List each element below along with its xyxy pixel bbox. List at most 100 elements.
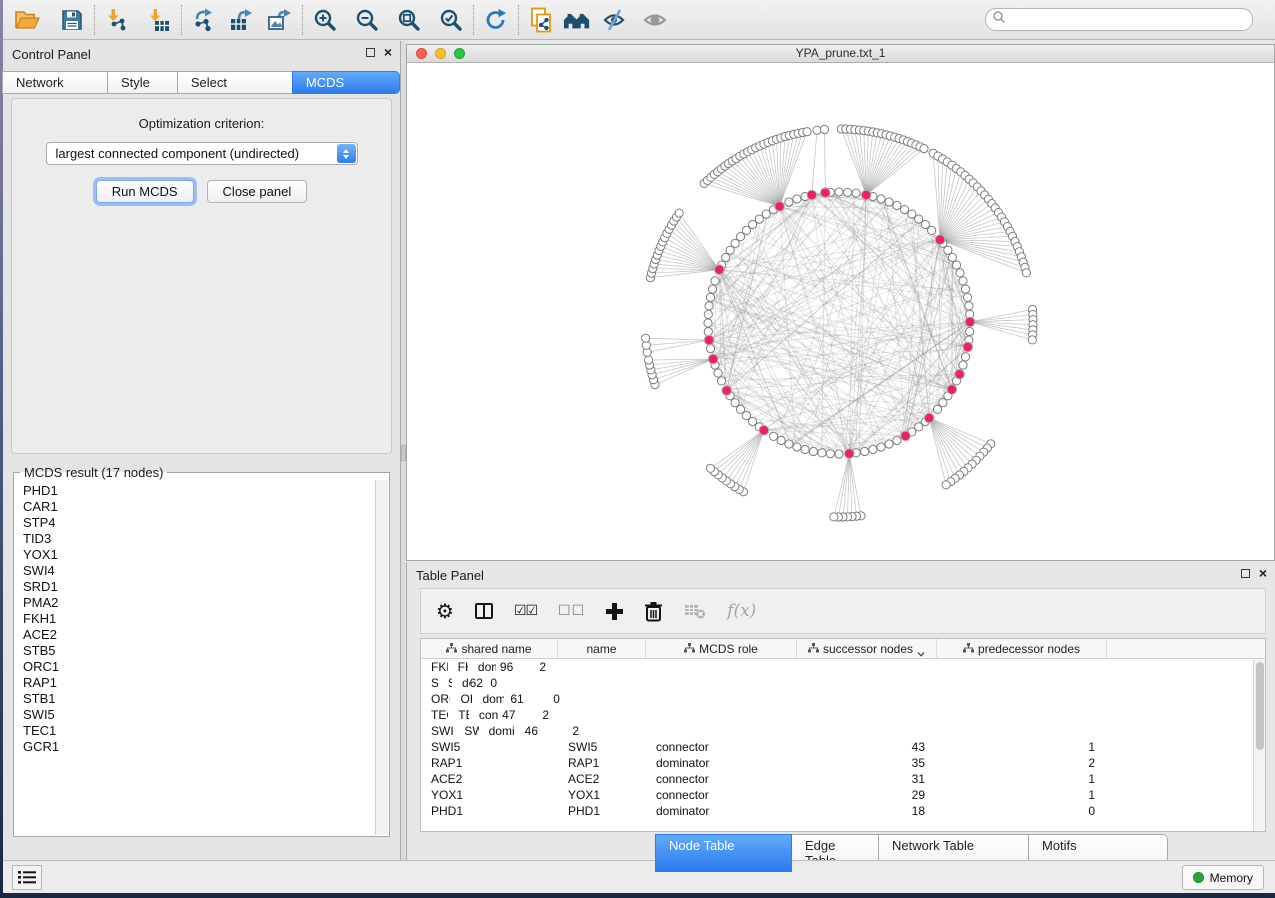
control-panel-tab[interactable]: Style bbox=[107, 71, 178, 94]
cell-mcds-role: dominator bbox=[472, 692, 504, 706]
cell-shared-name: YOX1 bbox=[421, 788, 558, 802]
mcds-result-item[interactable]: SWI4 bbox=[23, 563, 375, 579]
mcds-result-item[interactable]: FKH1 bbox=[23, 611, 375, 627]
delete-column-icon[interactable] bbox=[644, 601, 663, 622]
column-header[interactable]: MCDS role bbox=[646, 639, 797, 658]
mcds-result-item[interactable]: RAP1 bbox=[23, 675, 375, 691]
table-row[interactable]: SWI4 SWI4 dominator 46 2 bbox=[421, 723, 591, 739]
cell-successor-nodes: 31 bbox=[797, 772, 937, 786]
minimize-window-icon[interactable] bbox=[435, 48, 446, 59]
column-namespace-icon bbox=[446, 642, 457, 656]
zoom-out-icon[interactable] bbox=[353, 6, 381, 34]
column-header[interactable]: predecessor nodes bbox=[937, 639, 1107, 658]
split-columns-icon[interactable] bbox=[475, 603, 493, 619]
cell-shared-name: FKH1 bbox=[421, 660, 448, 674]
mcds-result-item[interactable]: GCR1 bbox=[23, 739, 375, 755]
table-row[interactable]: RAP1 RAP1 dominator 35 2 bbox=[421, 755, 1265, 771]
close-panel-icon[interactable]: × bbox=[1259, 568, 1267, 578]
toolbar-divider bbox=[94, 5, 95, 35]
network-titlebar: YPA_prune.txt_1 bbox=[407, 45, 1274, 63]
open-file-icon[interactable] bbox=[13, 6, 41, 34]
table-row[interactable]: FKH1 FKH1 dominator 96 2 bbox=[421, 659, 558, 675]
table-row[interactable]: ORC1 ORC1 dominator 61 0 bbox=[421, 691, 572, 707]
clone-network-icon[interactable] bbox=[527, 6, 555, 34]
add-column-icon[interactable] bbox=[606, 603, 623, 620]
deselect-all-icon[interactable]: ☐☐ bbox=[558, 603, 585, 619]
table-row[interactable]: TEC1 TEC1 connector 47 2 bbox=[421, 707, 561, 723]
maximize-window-icon[interactable] bbox=[454, 48, 465, 59]
table-row[interactable]: YOX1 YOX1 connector 29 1 bbox=[421, 787, 1265, 803]
cell-predecessor-nodes: 1 bbox=[937, 788, 1107, 802]
column-header[interactable]: successor nodes bbox=[797, 639, 937, 658]
close-panel-icon[interactable]: × bbox=[384, 47, 392, 57]
zoom-in-icon[interactable] bbox=[311, 6, 339, 34]
table-row[interactable]: ACE2 ACE2 connector 31 1 bbox=[421, 771, 1265, 787]
settings-gear-icon[interactable]: ⚙ bbox=[436, 601, 454, 621]
mcds-list-scrollbar[interactable] bbox=[375, 480, 388, 835]
export-table-icon[interactable] bbox=[228, 6, 256, 34]
network-window: YPA_prune.txt_1 bbox=[406, 44, 1275, 561]
close-window-icon[interactable] bbox=[416, 48, 427, 59]
select-all-icon[interactable]: ☑☑ bbox=[514, 603, 537, 619]
column-header[interactable]: name bbox=[558, 639, 646, 658]
save-session-icon[interactable] bbox=[58, 6, 86, 34]
mcds-result-item[interactable]: TEC1 bbox=[23, 723, 375, 739]
mcds-result-item[interactable]: CAR1 bbox=[23, 499, 111, 515]
mcds-result-title: MCDS result (17 nodes) bbox=[20, 465, 167, 480]
refresh-icon[interactable] bbox=[482, 6, 510, 34]
table-row[interactable]: STB1 STB1 dominator 62 0 bbox=[421, 675, 509, 691]
mcds-result-item[interactable]: PMA2 bbox=[23, 595, 375, 611]
mcds-result-item[interactable]: SWI5 bbox=[23, 707, 375, 723]
control-panel-header: Control Panel × bbox=[3, 41, 400, 67]
cell-mcds-role: connector bbox=[469, 708, 498, 722]
mcds-result-item[interactable]: ORC1 bbox=[23, 659, 375, 675]
cell-predecessor-nodes: 0 bbox=[489, 676, 510, 690]
cell-name: SWI4 bbox=[454, 724, 478, 738]
column-header[interactable]: shared name bbox=[421, 639, 558, 658]
memory-label: Memory bbox=[1210, 871, 1253, 885]
control-panel-tab[interactable]: MCDS bbox=[292, 71, 400, 94]
export-network-icon[interactable] bbox=[190, 6, 218, 34]
export-image-icon[interactable] bbox=[266, 6, 294, 34]
table-body: FKH1 FKH1 dominator 96 2 STB1 STB1 domin… bbox=[421, 659, 1265, 819]
optimization-criterion-select[interactable]: largest connected component (undirected) bbox=[46, 142, 358, 165]
control-panel-tab[interactable]: Network bbox=[2, 71, 108, 94]
cell-name: STB1 bbox=[438, 676, 452, 690]
network-canvas[interactable] bbox=[407, 63, 1274, 560]
memory-button[interactable]: Memory bbox=[1182, 865, 1264, 890]
cell-successor-nodes: 43 bbox=[797, 740, 937, 754]
mcds-result-item[interactable]: STP4 bbox=[23, 515, 174, 531]
control-panel-tab[interactable]: Select bbox=[177, 71, 293, 94]
search-box[interactable] bbox=[985, 8, 1253, 31]
table-row[interactable]: SWI5 SWI5 connector 43 1 bbox=[421, 739, 1265, 755]
hide-labels-icon[interactable] bbox=[601, 6, 629, 34]
close-panel-button[interactable]: Close panel bbox=[207, 180, 308, 203]
zoom-fit-icon[interactable] bbox=[395, 6, 423, 34]
column-namespace-icon bbox=[963, 642, 974, 656]
float-panel-icon[interactable] bbox=[366, 48, 375, 57]
float-panel-icon[interactable] bbox=[1241, 569, 1250, 578]
network-graph[interactable] bbox=[407, 63, 1274, 560]
table-scrollbar-thumb[interactable] bbox=[1256, 662, 1264, 750]
run-mcds-button[interactable]: Run MCDS bbox=[96, 180, 194, 203]
mcds-result-item[interactable]: YOX1 bbox=[23, 547, 193, 563]
show-labels-icon[interactable] bbox=[641, 6, 669, 34]
mcds-result-group: MCDS result (17 nodes) PHD1CAR1STP4TID3Y… bbox=[13, 465, 390, 837]
task-history-button[interactable] bbox=[12, 865, 42, 890]
mcds-result-item[interactable]: TID3 bbox=[23, 531, 163, 547]
mcds-result-item[interactable]: PHD1 bbox=[23, 483, 160, 499]
table-row[interactable]: PHD1 PHD1 dominator 18 0 bbox=[421, 803, 1265, 819]
cell-predecessor-nodes: 1 bbox=[937, 740, 1107, 754]
search-input[interactable] bbox=[1010, 12, 1252, 28]
mcds-result-item[interactable]: ACE2 bbox=[23, 627, 375, 643]
table-scrollbar[interactable] bbox=[1253, 659, 1265, 831]
import-table-icon[interactable] bbox=[145, 6, 173, 34]
zoom-selected-icon[interactable] bbox=[437, 6, 465, 34]
table-tab[interactable]: Node Table bbox=[655, 834, 792, 872]
cell-successor-nodes: 29 bbox=[797, 788, 937, 802]
mcds-result-item[interactable]: STB1 bbox=[23, 691, 375, 707]
import-network-icon[interactable] bbox=[103, 6, 131, 34]
mcds-result-item[interactable]: SRD1 bbox=[23, 579, 375, 595]
mcds-result-item[interactable]: STB5 bbox=[23, 643, 375, 659]
home-icon[interactable] bbox=[563, 6, 591, 34]
